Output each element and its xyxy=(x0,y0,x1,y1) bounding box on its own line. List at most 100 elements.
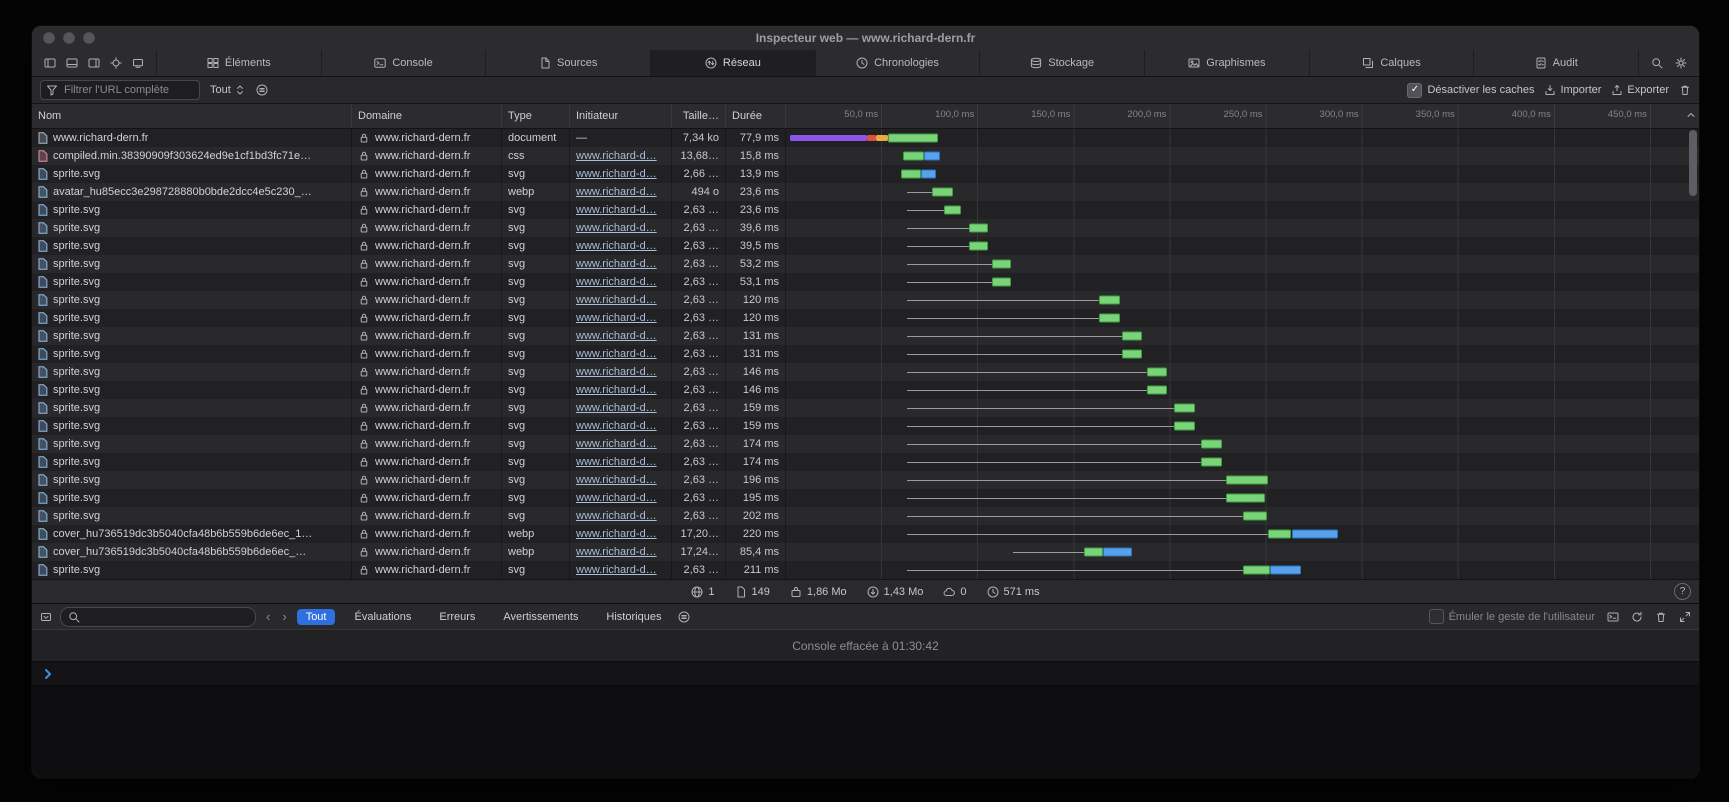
network-request-row[interactable]: sprite.svg www.richard-dern.fr svg www.r… xyxy=(32,327,1699,345)
network-request-row[interactable]: compiled.min.38390909f303624ed9e1cf1bd3f… xyxy=(32,147,1699,165)
help-button[interactable]: ? xyxy=(1674,583,1691,600)
resource-type-dropdown[interactable]: Tout xyxy=(210,84,246,96)
console-scope-icon[interactable] xyxy=(40,611,52,623)
console-prompt[interactable] xyxy=(32,662,1699,686)
initiator-link[interactable]: www.richard-d… xyxy=(576,564,657,576)
clear-console-trash-icon[interactable] xyxy=(1655,611,1667,623)
network-request-row[interactable]: sprite.svg www.richard-dern.fr svg www.r… xyxy=(32,273,1699,291)
network-request-row[interactable]: cover_hu736519dc3b5040cfa48b6b559b6de6ec… xyxy=(32,525,1699,543)
initiator-link[interactable]: www.richard-d… xyxy=(576,474,657,486)
dock-right-icon[interactable] xyxy=(88,57,100,69)
network-request-row[interactable]: sprite.svg www.richard-dern.fr svg www.r… xyxy=(32,471,1699,489)
tab-éléments[interactable]: Éléments xyxy=(157,50,322,76)
export-button[interactable]: Exporter xyxy=(1611,84,1669,96)
network-request-row[interactable]: sprite.svg www.richard-dern.fr svg www.r… xyxy=(32,291,1699,309)
network-request-row[interactable]: avatar_hu85ecc3e298728880b0bde2dcc4e5c23… xyxy=(32,183,1699,201)
column-header-type[interactable]: Type xyxy=(502,104,570,128)
console-scope-évaluations[interactable]: Évaluations xyxy=(345,609,420,625)
initiator-link[interactable]: www.richard-d… xyxy=(576,204,657,216)
initiator-link[interactable]: www.richard-d… xyxy=(576,168,657,180)
expand-console-icon[interactable] xyxy=(1679,611,1691,623)
tab-console[interactable]: Console xyxy=(322,50,487,76)
initiator-link[interactable]: www.richard-d… xyxy=(576,348,657,360)
tab-stockage[interactable]: Stockage xyxy=(980,50,1145,76)
network-request-row[interactable]: sprite.svg www.richard-dern.fr svg www.r… xyxy=(32,381,1699,399)
initiator-link[interactable]: www.richard-d… xyxy=(576,186,657,198)
device-icon[interactable] xyxy=(132,57,144,69)
initiator-link[interactable]: www.richard-d… xyxy=(576,330,657,342)
initiator-link[interactable]: www.richard-d… xyxy=(576,456,657,468)
zoom-window-button[interactable] xyxy=(83,32,95,44)
console-scope-avertissements[interactable]: Avertissements xyxy=(494,609,587,625)
network-request-row[interactable]: sprite.svg www.richard-dern.fr svg www.r… xyxy=(32,345,1699,363)
network-request-row[interactable]: sprite.svg www.richard-dern.fr svg www.r… xyxy=(32,201,1699,219)
network-request-row[interactable]: sprite.svg www.richard-dern.fr svg www.r… xyxy=(32,435,1699,453)
network-request-row[interactable]: sprite.svg www.richard-dern.fr svg www.r… xyxy=(32,453,1699,471)
console-scope-tout[interactable]: Tout xyxy=(297,609,336,625)
element-picker-icon[interactable] xyxy=(110,57,122,69)
column-header-domain[interactable]: Domaine xyxy=(352,104,502,128)
clear-network-items-trash-icon[interactable] xyxy=(1679,84,1691,96)
column-header-duration[interactable]: Durée xyxy=(726,104,786,128)
tab-sources[interactable]: Sources xyxy=(486,50,651,76)
filter-options-icon[interactable] xyxy=(256,84,268,96)
tab-calques[interactable]: Calques xyxy=(1310,50,1475,76)
gear-icon[interactable] xyxy=(1675,57,1687,69)
initiator-link[interactable]: www.richard-d… xyxy=(576,492,657,504)
console-scope-historiques[interactable]: Historiques xyxy=(597,609,670,625)
initiator-link[interactable]: www.richard-d… xyxy=(576,294,657,306)
network-request-row[interactable]: sprite.svg www.richard-dern.fr svg www.r… xyxy=(32,489,1699,507)
initiator-link[interactable]: www.richard-d… xyxy=(576,384,657,396)
console-search-box[interactable] xyxy=(60,607,256,627)
initiator-link[interactable]: www.richard-d… xyxy=(576,438,657,450)
scrollbar-thumb[interactable] xyxy=(1689,130,1697,196)
console-scope-erreurs[interactable]: Erreurs xyxy=(430,609,484,625)
column-header-initiator[interactable]: Initiateur xyxy=(570,104,672,128)
vertical-scrollbar[interactable] xyxy=(1689,130,1697,575)
console-drawer-icon[interactable] xyxy=(1607,611,1619,623)
initiator-link[interactable]: www.richard-d… xyxy=(576,312,657,324)
reload-icon[interactable] xyxy=(1631,611,1643,623)
network-request-row[interactable]: www.richard-dern.fr www.richard-dern.fr … xyxy=(32,129,1699,147)
initiator-link[interactable]: www.richard-d… xyxy=(576,402,657,414)
console-search-input[interactable] xyxy=(84,610,228,624)
network-request-row[interactable]: sprite.svg www.richard-dern.fr svg www.r… xyxy=(32,165,1699,183)
initiator-link[interactable]: www.richard-d… xyxy=(576,222,657,234)
console-output-area[interactable] xyxy=(32,686,1699,778)
initiator-link[interactable]: www.richard-d… xyxy=(576,258,657,270)
network-request-row[interactable]: sprite.svg www.richard-dern.fr svg www.r… xyxy=(32,237,1699,255)
initiator-link[interactable]: www.richard-d… xyxy=(576,276,657,288)
close-window-button[interactable] xyxy=(43,32,55,44)
network-request-row[interactable]: sprite.svg www.richard-dern.fr svg www.r… xyxy=(32,219,1699,237)
network-request-row[interactable]: sprite.svg www.richard-dern.fr svg www.r… xyxy=(32,417,1699,435)
url-filter-box[interactable] xyxy=(40,80,200,100)
column-header-name[interactable]: Nom xyxy=(32,104,352,128)
url-filter-input[interactable] xyxy=(62,83,186,97)
column-header-size[interactable]: Taille… xyxy=(672,104,726,128)
emulate-user-gesture-checkbox[interactable]: Émuler le geste de l'utilisateur xyxy=(1429,609,1595,624)
tab-graphismes[interactable]: Graphismes xyxy=(1145,50,1310,76)
search-icon[interactable] xyxy=(1651,57,1663,69)
network-request-row[interactable]: cover_hu736519dc3b5040cfa48b6b559b6de6ec… xyxy=(32,543,1699,561)
network-request-row[interactable]: sprite.svg www.richard-dern.fr svg www.r… xyxy=(32,561,1699,579)
console-filter-options-icon[interactable] xyxy=(678,611,690,623)
dock-bottom-icon[interactable] xyxy=(66,57,78,69)
dock-left-icon[interactable] xyxy=(44,57,56,69)
initiator-link[interactable]: www.richard-d… xyxy=(576,420,657,432)
tab-chronologies[interactable]: Chronologies xyxy=(816,50,981,76)
network-request-row[interactable]: sprite.svg www.richard-dern.fr svg www.r… xyxy=(32,399,1699,417)
previous-result-button[interactable]: ‹ xyxy=(264,609,272,624)
minimize-window-button[interactable] xyxy=(63,32,75,44)
initiator-link[interactable]: www.richard-d… xyxy=(576,546,657,558)
next-result-button[interactable]: › xyxy=(280,609,288,624)
network-request-row[interactable]: sprite.svg www.richard-dern.fr svg www.r… xyxy=(32,507,1699,525)
tab-audit[interactable]: Audit xyxy=(1474,50,1639,76)
initiator-link[interactable]: www.richard-d… xyxy=(576,528,657,540)
disable-caches-checkbox[interactable]: ✓ Désactiver les caches xyxy=(1407,83,1534,98)
scroll-up-chevron-icon[interactable] xyxy=(1685,109,1697,121)
initiator-link[interactable]: www.richard-d… xyxy=(576,510,657,522)
tab-réseau[interactable]: Réseau xyxy=(651,50,816,76)
initiator-link[interactable]: www.richard-d… xyxy=(576,240,657,252)
network-request-row[interactable]: sprite.svg www.richard-dern.fr svg www.r… xyxy=(32,255,1699,273)
initiator-link[interactable]: www.richard-d… xyxy=(576,150,657,162)
